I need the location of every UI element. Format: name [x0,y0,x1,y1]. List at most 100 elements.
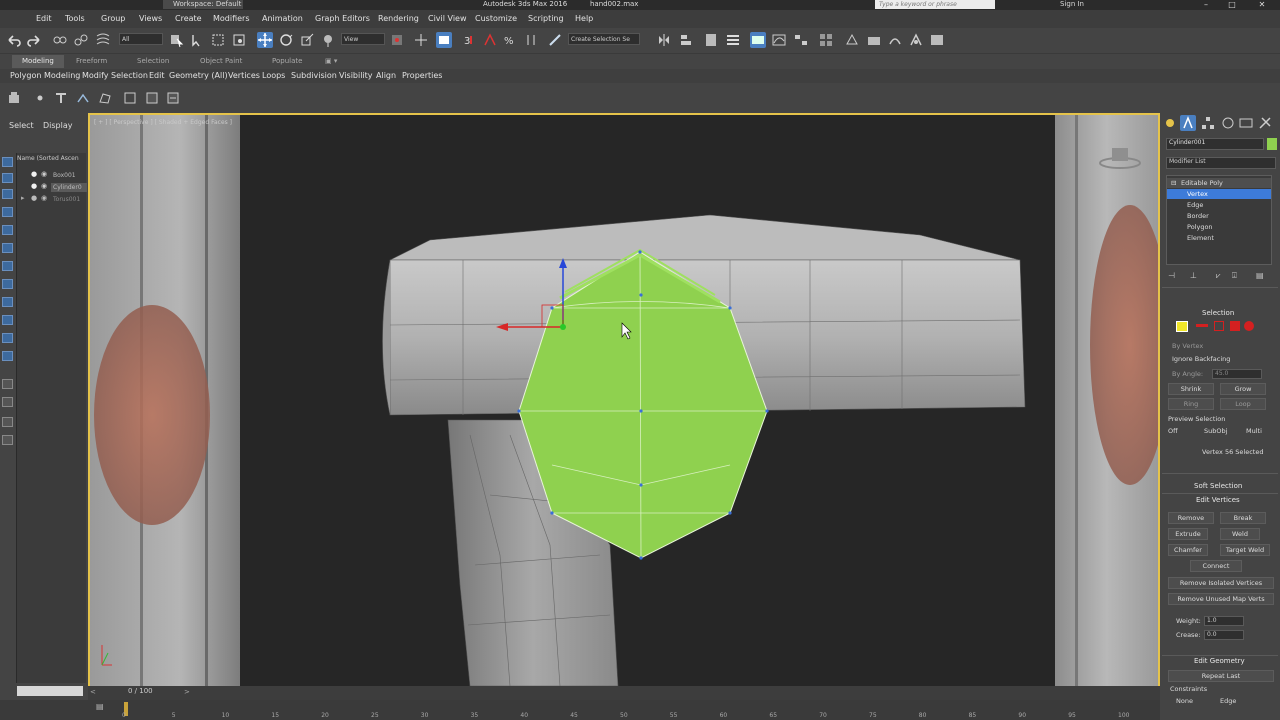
modify-tab-icon[interactable] [1180,115,1196,131]
connect-button[interactable]: Connect [1190,560,1242,572]
modify-mode-icon[interactable] [6,90,22,106]
hierarchy-tab-icon[interactable] [1200,115,1216,131]
find-icon[interactable] [2,435,13,445]
align-icon[interactable] [678,32,694,48]
tab-select[interactable]: Select [9,121,34,130]
reference-coordinate-dropdown[interactable]: View [341,33,385,45]
border-select-icon[interactable] [1214,321,1224,331]
scene-item-torus001[interactable]: Torus001 [53,196,80,203]
menu-views[interactable]: Views [139,14,162,23]
menu-graph-editors[interactable]: Graph Editors [315,14,370,23]
menu-edit[interactable]: Edit [36,14,52,23]
pivot-center-icon[interactable] [389,32,405,48]
minimize-icon[interactable]: – [1196,0,1216,9]
vertex-select-icon[interactable] [1176,321,1188,332]
render-production-icon[interactable] [887,32,903,48]
menu-rendering[interactable]: Rendering [378,14,419,23]
stack-item-border[interactable]: Border [1187,212,1209,220]
display-tab-icon[interactable] [1238,115,1254,131]
weight-field[interactable]: 1.0 [1204,616,1244,626]
panel-vertices[interactable]: Vertices [228,71,260,80]
filter-spacewarps-icon[interactable] [2,243,13,253]
mirror-icon[interactable] [656,32,672,48]
tab-selection[interactable]: Selection [137,57,169,65]
panel-modify-selection[interactable]: Modify Selection [82,71,148,80]
filter-xrefs-icon[interactable] [2,279,13,289]
time-slider[interactable]: < 0 / 100 > [88,686,1160,700]
menu-animation[interactable]: Animation [262,14,303,23]
select-by-name-icon[interactable] [189,32,205,48]
toggle-scene-explorer-icon[interactable] [725,32,741,48]
snaps-toggle-icon[interactable]: 3 [462,32,478,48]
object-name-field[interactable]: Cylinder001 [1166,138,1264,150]
named-selection-dropdown[interactable]: Create Selection Se [568,33,640,45]
remove-modifier-icon[interactable]: ⍗ [1232,271,1237,281]
create-tab-icon[interactable] [1162,115,1178,131]
panel-properties[interactable]: Properties [402,71,442,80]
redo-icon[interactable] [26,32,42,48]
tab-freeform[interactable]: Freeform [76,57,107,65]
filter-containers-icon[interactable] [2,315,13,325]
polygon-mode-icon[interactable] [97,90,113,106]
display-all-icon[interactable] [2,379,13,389]
menu-modifiers[interactable]: Modifiers [213,14,250,23]
crease-field[interactable]: 0.0 [1204,630,1244,640]
panel-geometry-all[interactable]: Geometry (All) [169,71,228,80]
panel-align[interactable]: Align [376,71,396,80]
remove-isolated-vertices-button[interactable]: Remove Isolated Vertices [1168,577,1274,589]
preview-multi-radio[interactable]: Multi [1246,427,1262,435]
layer-explorer-icon[interactable] [703,32,719,48]
material-editor-icon[interactable] [818,32,834,48]
selection-rollout-header[interactable]: Selection [1202,309,1234,317]
track-bar[interactable]: ▤ 0 5 10 15 20 25 30 35 40 45 50 55 60 65 70 75 80 85 90 95… [0,700,1160,720]
border-mode-icon[interactable] [75,90,91,106]
select-and-scale-icon[interactable] [299,32,315,48]
edge-mode-icon[interactable] [53,90,69,106]
maximize-icon[interactable]: □ [1222,0,1242,9]
schematic-view-icon[interactable] [793,32,809,48]
pin-stack-icon[interactable]: ⊣ [1168,271,1175,280]
element-mode-icon[interactable] [122,90,138,106]
by-angle-checkbox[interactable]: By Angle: [1172,370,1203,378]
stack-item-element[interactable]: Element [1187,234,1214,242]
filter-hidden-icon[interactable] [2,351,13,361]
menu-scripting[interactable]: Scripting [528,14,564,23]
configure-sets-icon[interactable]: ▤ [1256,271,1264,280]
manipulate-icon[interactable] [413,32,429,48]
filter-geometry-icon[interactable] [2,157,13,167]
undo-icon[interactable] [6,32,22,48]
panel-loops[interactable]: Loops [262,71,285,80]
make-unique-icon[interactable]: ⩗ [1216,271,1221,281]
tab-object-paint[interactable]: Object Paint [200,57,242,65]
remove-unused-map-verts-button[interactable]: Remove Unused Map Verts [1168,593,1274,605]
filter-frozen-icon[interactable] [2,333,13,343]
constraint-edge-radio[interactable]: Edge [1220,697,1236,705]
rectangular-selection-icon[interactable] [210,32,226,48]
curve-editor-icon[interactable] [771,32,787,48]
close-icon[interactable]: ✕ [1252,0,1272,9]
target-weld-button[interactable]: Target Weld [1220,544,1270,556]
display-invert-icon[interactable] [2,417,13,427]
panel-polygon-modeling[interactable]: Polygon Modeling [10,71,80,80]
menu-customize[interactable]: Customize [475,14,517,23]
tab-populate[interactable]: Populate [272,57,302,65]
scene-item-box001[interactable]: Box001 [53,172,76,179]
constraint-none-radio[interactable]: None [1176,697,1193,705]
workspace-selector[interactable]: Workspace: Default [163,0,243,9]
filter-groups-icon[interactable] [2,261,13,271]
repeat-last-button[interactable]: Repeat Last [1168,670,1274,682]
filter-helpers-icon[interactable] [2,225,13,235]
menu-group[interactable]: Group [101,14,125,23]
mini-curve-editor-icon[interactable]: ▤ [96,702,104,711]
panel-visibility[interactable]: Visibility [339,71,373,80]
rendered-frame-window-icon[interactable] [866,32,882,48]
spinner-snap-icon[interactable] [523,32,539,48]
visibility-eye-icon[interactable]: ● [31,194,37,202]
stack-item-polygon[interactable]: Polygon [1187,223,1213,231]
percent-snap-icon[interactable]: % [502,32,518,48]
keyboard-shortcut-toggle-icon[interactable] [436,32,452,48]
show-end-result-icon[interactable]: ⊥ [1190,271,1197,280]
display-none-icon[interactable] [2,397,13,407]
select-and-move-icon[interactable] [257,32,273,48]
scene-list-header[interactable]: Name (Sorted Ascen [17,155,79,162]
